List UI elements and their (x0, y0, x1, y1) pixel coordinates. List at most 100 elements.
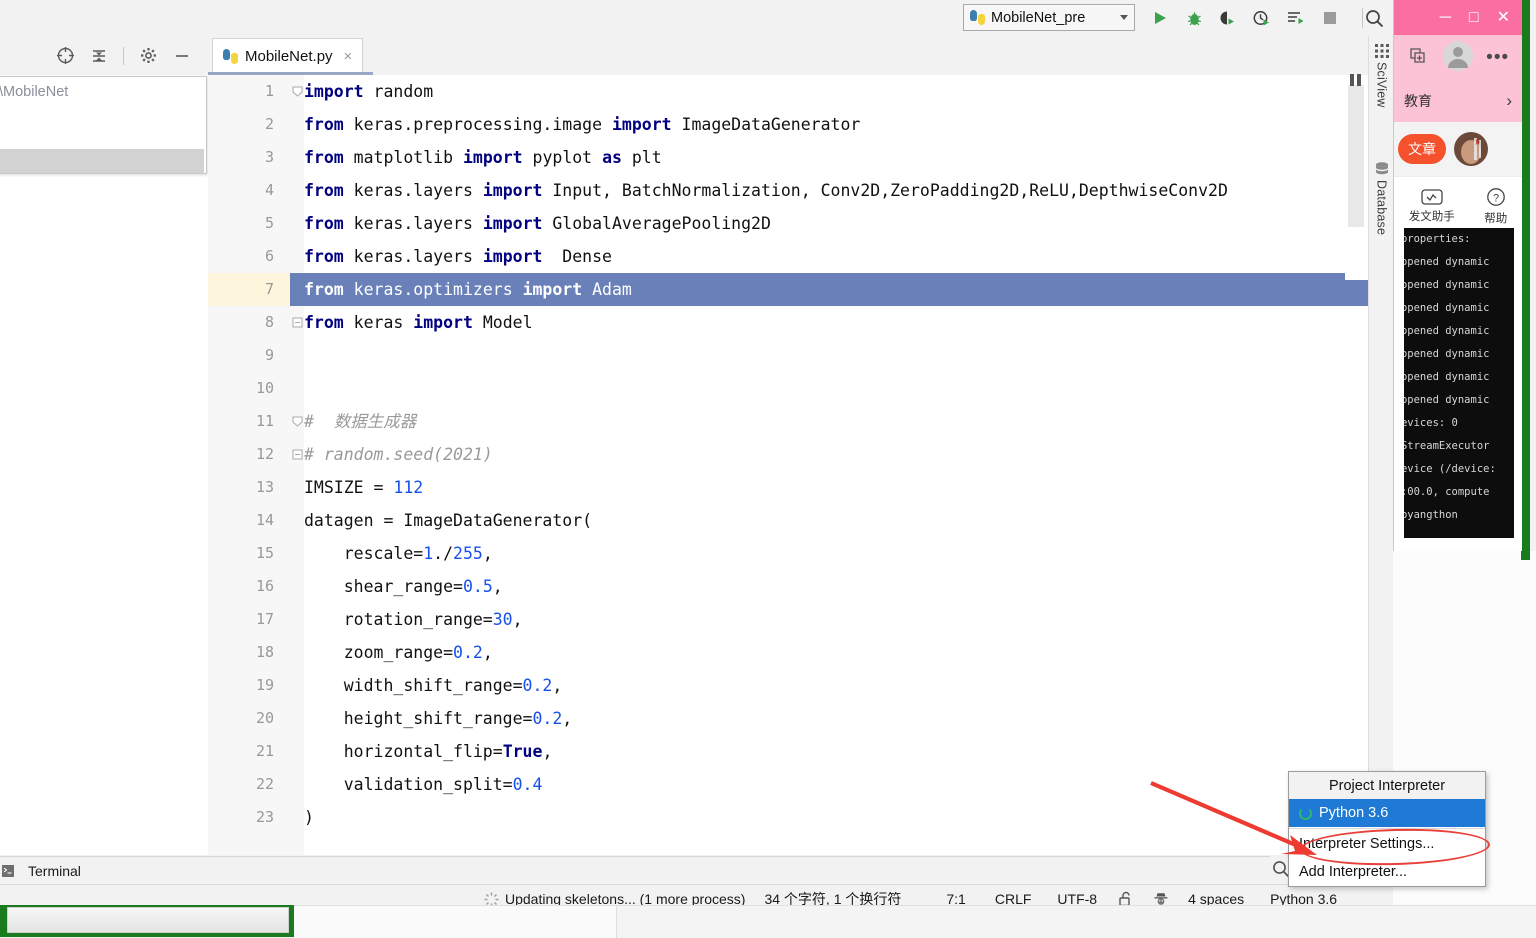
code-content[interactable]: 1 import random 2 from keras.preprocessing.… (208, 75, 1368, 855)
line-number: 7 (208, 273, 290, 306)
editor-tabs: MobileNet.py × (208, 36, 1368, 75)
code-line[interactable]: 19 width_shift_range=0.2, (208, 669, 1368, 702)
code-text: validation_split=0.4 (304, 775, 543, 794)
editor-vertical-scrollbar[interactable] (1345, 75, 1368, 855)
sidebar-label-database: Database (1374, 180, 1389, 236)
code-line[interactable]: 14 datagen = ImageDataGenerator( (208, 504, 1368, 537)
assistant-button[interactable]: 发文助手 (1409, 188, 1455, 224)
console-line: ly opened dynamic (1404, 371, 1490, 383)
fold-close-icon[interactable] (292, 449, 303, 460)
code-text: from matplotlib import pyplot as plt (304, 148, 662, 167)
code-text: shear_range=0.5, (304, 577, 503, 596)
gear-icon[interactable] (138, 46, 158, 66)
terminal-tab[interactable]: Terminal (28, 863, 81, 879)
more-options-icon[interactable]: ••• (1486, 48, 1509, 67)
run-button[interactable] (1148, 6, 1172, 30)
scrollbar-top-marks (1350, 74, 1364, 86)
code-line[interactable]: 11 # 数据生成器 (208, 405, 1368, 438)
code-editor[interactable]: 1 import random 2 from keras.preprocessing.… (208, 75, 1368, 855)
stop-button[interactable] (1318, 6, 1342, 30)
project-path-popup[interactable]: \MobileNet (0, 76, 207, 174)
sidebar-item-sciview[interactable]: SciView (1369, 44, 1394, 108)
help-button[interactable]: ? 帮助 (1484, 187, 1507, 226)
code-line[interactable]: 5 from keras.layers import GlobalAverageP… (208, 207, 1368, 240)
minimize-button[interactable]: ─ (1440, 9, 1451, 26)
code-text: height_shift_range=0.2, (304, 709, 573, 728)
run-with-console-button[interactable] (1284, 6, 1308, 30)
code-line[interactable]: 1 import random (208, 75, 1368, 108)
tab-mobilenet-py[interactable]: MobileNet.py × (212, 38, 364, 74)
fold-open-icon[interactable] (292, 416, 303, 427)
code-line[interactable]: 3 from matplotlib import pyplot as plt (208, 141, 1368, 174)
tool-window-bar: Terminal (0, 856, 1270, 885)
line-number: 17 (255, 610, 274, 628)
background-window-green[interactable] (0, 905, 294, 937)
menu-item-python36[interactable]: Python 3.6 (1289, 799, 1485, 827)
maximize-button[interactable]: □ (1469, 9, 1479, 26)
user-avatar[interactable] (1454, 132, 1488, 166)
project-popup-selected-row[interactable] (0, 149, 204, 173)
editor-tab-row: MobileNet.py × (0, 36, 1393, 75)
collapse-arrows-icon[interactable] (89, 46, 109, 66)
code-line[interactable]: 9 (208, 339, 1368, 372)
code-line[interactable]: 10 (208, 372, 1368, 405)
sidebar-item-database[interactable]: Database (1369, 162, 1394, 235)
publish-article-button[interactable]: 文章 (1398, 134, 1446, 164)
close-icon[interactable]: × (344, 49, 353, 64)
fold-close-icon[interactable] (292, 317, 303, 328)
code-line[interactable]: 8 from keras import Model (208, 306, 1368, 339)
avatar-placeholder-icon[interactable] (1442, 41, 1473, 74)
scrollbar-thumb[interactable] (1348, 85, 1364, 227)
code-line[interactable]: 2 from keras.preprocessing.image import I… (208, 108, 1368, 141)
background-chat-window[interactable]: ─ □ ✕ ••• 教育 › 文章 发文助手 ? 帮助 ch propertie… (1393, 0, 1522, 551)
code-text: from keras.preprocessing.image import Im… (304, 115, 861, 134)
crosshair-icon[interactable] (55, 46, 75, 66)
code-line[interactable]: 20 height_shift_range=0.2, (208, 702, 1368, 735)
console-line: ly opened dynamic (1404, 279, 1490, 291)
console-line: ly opened dynamic (1404, 348, 1490, 360)
chevron-right-icon[interactable]: › (1506, 91, 1512, 111)
code-line[interactable]: 4 from keras.layers import Input, BatchNo… (208, 174, 1368, 207)
project-tool-buttons (0, 36, 208, 75)
line-number: 4 (264, 181, 274, 199)
run-configuration-selector[interactable]: MobileNet_pre (963, 4, 1135, 31)
code-text: horizontal_flip=True, (304, 742, 553, 761)
background-console-output: ch properties: ly opened dynamic ly opened… (1404, 228, 1514, 538)
line-number: 5 (264, 214, 274, 232)
line-number: 8 (264, 313, 274, 331)
code-line[interactable]: 7 from keras.optimizers import Adam (208, 273, 1368, 306)
code-line[interactable]: 6 from keras.layers import Dense (208, 240, 1368, 273)
line-number: 6 (264, 247, 274, 265)
debug-button[interactable] (1182, 6, 1206, 30)
code-line[interactable]: 17 rotation_range=30, (208, 603, 1368, 636)
code-line[interactable]: 15 rescale=1./255, (208, 537, 1368, 570)
code-line[interactable]: 12 # random.seed(2021) (208, 438, 1368, 471)
background-window-label: 教育 (1404, 93, 1432, 109)
code-line[interactable]: 16 shear_range=0.5, (208, 570, 1368, 603)
code-line[interactable]: 23) (208, 801, 1368, 834)
fold-open-icon[interactable] (292, 86, 303, 97)
code-text: from keras import Model (304, 313, 533, 332)
add-window-icon[interactable] (1407, 46, 1429, 69)
menu-item-python36-label: Python 3.6 (1319, 805, 1389, 821)
chevron-down-icon[interactable] (1120, 15, 1128, 20)
minus-icon[interactable] (172, 46, 192, 66)
run-coverage-button[interactable] (1216, 6, 1240, 30)
project-panel (0, 75, 209, 855)
code-line[interactable]: 18 zoom_range=0.2, (208, 636, 1368, 669)
search-everywhere-button[interactable] (1362, 6, 1386, 30)
code-text: from keras.layers import Input, BatchNor… (304, 181, 1228, 200)
pycharm-window: MobileNet_pre MobileNet.py × \MobileNet … (0, 0, 1491, 913)
line-number: 1 (264, 82, 274, 100)
code-line[interactable]: 21 horizontal_flip=True, (208, 735, 1368, 768)
background-strip-left (294, 905, 616, 938)
profile-button[interactable] (1250, 6, 1274, 30)
code-line[interactable]: 13 IMSIZE = 112 (208, 471, 1368, 504)
console-line: ly opened dynamic (1404, 302, 1490, 314)
line-number: 12 (255, 445, 274, 463)
terminal-icon (2, 865, 14, 877)
main-toolbar: MobileNet_pre (0, 0, 1393, 37)
close-button[interactable]: ✕ (1497, 9, 1510, 26)
line-number: 14 (255, 511, 274, 529)
code-line[interactable]: 22 validation_split=0.4 (208, 768, 1368, 801)
